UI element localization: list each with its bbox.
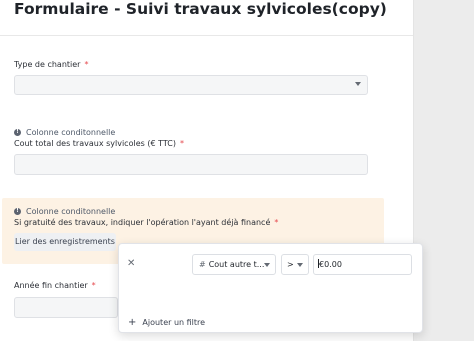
required-mark: * [84, 60, 89, 69]
field-label-type-de-chantier: Type de chantier * [14, 60, 89, 69]
filter-operator-select[interactable]: > [281, 254, 309, 275]
add-filter-button[interactable]: + Ajouter un filtre [128, 317, 205, 328]
chevron-down-icon [355, 82, 361, 86]
required-mark: * [179, 139, 184, 148]
chevron-down-icon [297, 263, 303, 267]
field-label-annee-fin: Année fin chantier * [14, 281, 96, 290]
required-mark: * [91, 281, 96, 290]
cout-total-input[interactable] [14, 154, 368, 175]
info-icon: ! [14, 129, 21, 136]
required-mark: * [274, 218, 279, 227]
chevron-down-icon [264, 263, 270, 267]
annee-fin-chantier-input[interactable] [14, 297, 118, 318]
link-records-button[interactable]: Lier des enregistrements [14, 233, 116, 251]
hash-icon: # [199, 260, 206, 269]
filter-popup: ✕ # Cout autre t... > €0.00 + Ajouter un f… [118, 243, 423, 333]
filter-value-input[interactable]: €0.00 [313, 254, 412, 275]
close-icon[interactable]: ✕ [127, 258, 135, 269]
divider [0, 35, 413, 36]
page-title: Formulaire - Suivi travaux sylvicoles(co… [14, 0, 387, 18]
info-icon: ! [14, 208, 21, 215]
field-label-cout-total: Cout total des travaux sylvicoles (€ TTC… [14, 139, 184, 148]
plus-icon: + [128, 317, 137, 328]
type-de-chantier-select[interactable] [14, 75, 368, 95]
conditional-column-note: ! Colonne conditonnelle [14, 207, 115, 216]
field-label-gratuite: Si gratuité des travaux, indiquer l'opér… [14, 218, 279, 227]
filter-field-select[interactable]: # Cout autre t... [192, 254, 276, 275]
conditional-column-note: ! Colonne conditonnelle [14, 128, 115, 137]
